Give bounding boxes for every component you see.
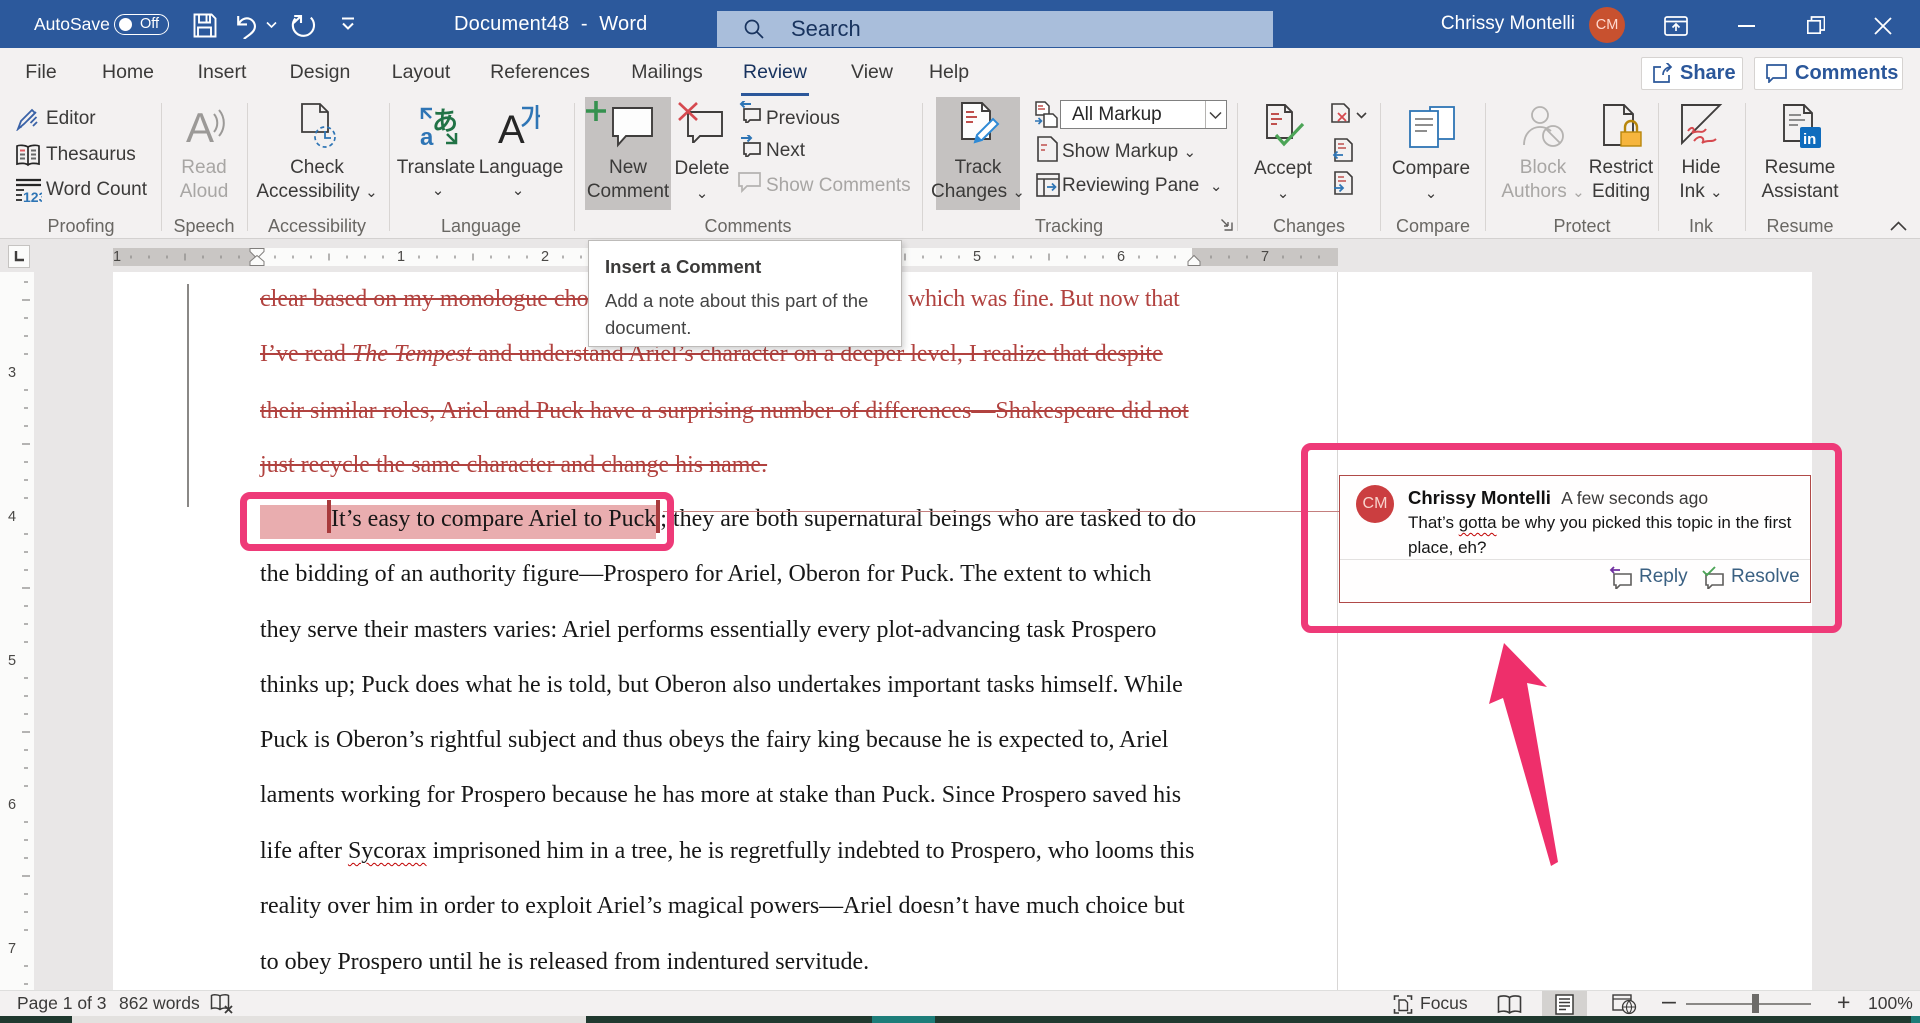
svg-text:1: 1 — [397, 249, 405, 265]
svg-text:5: 5 — [973, 249, 981, 265]
svg-text:4: 4 — [8, 509, 16, 525]
svg-text:6: 6 — [8, 797, 16, 813]
svg-text:A: A — [498, 108, 525, 149]
svg-text:in: in — [1803, 131, 1816, 148]
svg-text:5: 5 — [8, 653, 16, 669]
svg-text:a: a — [420, 124, 434, 149]
svg-text:1: 1 — [113, 249, 121, 265]
svg-text:123: 123 — [23, 189, 42, 203]
svg-text:7: 7 — [1261, 249, 1269, 265]
svg-text:6: 6 — [1117, 249, 1125, 265]
svg-text:7: 7 — [8, 941, 16, 957]
svg-text:A: A — [186, 104, 214, 149]
svg-text:3: 3 — [8, 365, 16, 381]
svg-text:2: 2 — [541, 249, 549, 265]
svg-text:あ: あ — [432, 107, 458, 136]
